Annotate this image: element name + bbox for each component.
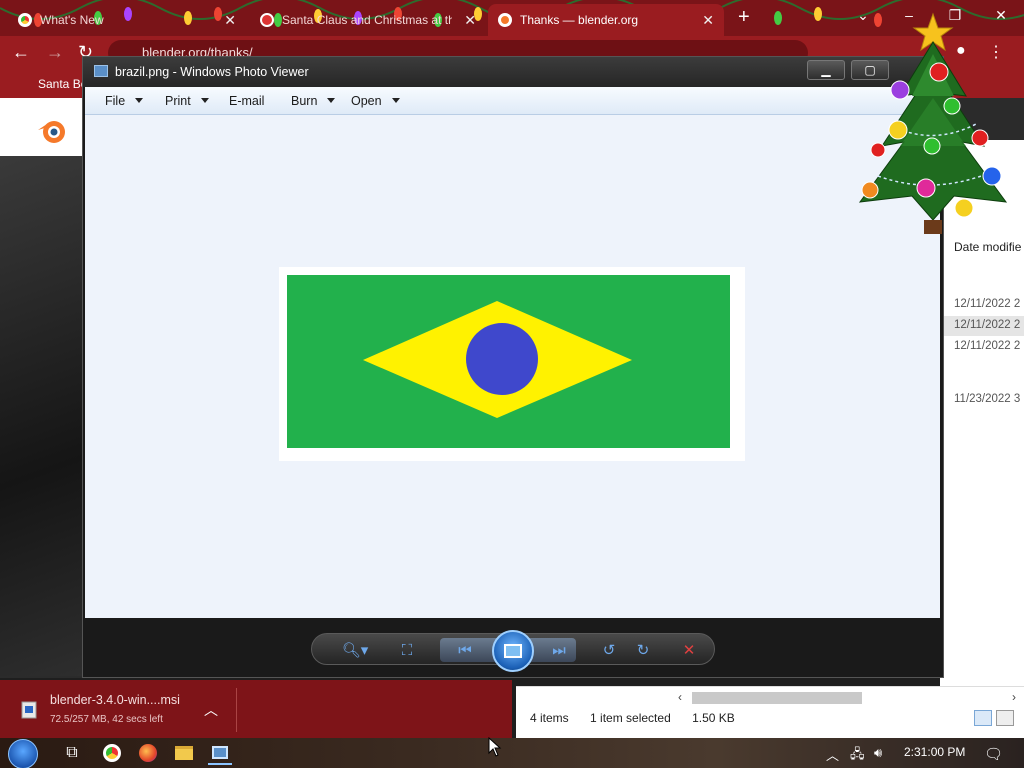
photo-viewer-title-bar[interactable]: brazil.png - Windows Photo Viewer ▁ ▢: [83, 57, 943, 87]
window-title: brazil.png - Windows Photo Viewer: [115, 65, 309, 79]
task-view-icon[interactable]: ⧉: [60, 741, 84, 765]
tab-whats-new[interactable]: What's New ✕: [8, 4, 246, 36]
scrollbar-thumb[interactable]: [692, 692, 862, 704]
photo-viewer-window: brazil.png - Windows Photo Viewer ▁ ▢ Fi…: [82, 56, 944, 678]
photo-viewer-app-icon: [94, 65, 108, 77]
new-tab-button[interactable]: +: [738, 6, 750, 29]
selection-size: 1.50 KB: [692, 711, 735, 725]
actual-size-icon[interactable]: ⛶: [396, 640, 418, 660]
tab-blender-thanks[interactable]: Thanks — blender.org ✕: [488, 4, 724, 36]
image-canvas: [85, 115, 940, 618]
explorer-status-bar: 4 items 1 item selected 1.50 KB: [530, 711, 735, 725]
volume-icon[interactable]: 🔊︎: [874, 745, 882, 761]
christmas-tree-decoration: [858, 12, 1008, 234]
shelf-divider: [236, 688, 237, 732]
santa-icon: [260, 13, 274, 27]
slideshow-icon[interactable]: [492, 630, 534, 672]
mouse-cursor-icon: [488, 737, 502, 757]
image-frame: [279, 267, 745, 461]
tab-santa-claus[interactable]: Santa Claus and Christmas at the... ✕: [250, 4, 486, 36]
rotate-right-icon[interactable]: ↻: [632, 640, 654, 660]
selection-count: 1 item selected: [590, 711, 671, 725]
brazil-flag-image: [287, 275, 730, 448]
taskbar-clock[interactable]: 2:31:00 PM: [904, 745, 965, 759]
minimize-button[interactable]: ▁: [807, 60, 845, 80]
photo-viewer-menu-bar: File Print E-mail Burn Open: [85, 87, 941, 115]
photo-viewer-icon[interactable]: [208, 741, 232, 765]
page-background-photo: [0, 156, 90, 676]
download-filename[interactable]: blender-3.4.0-win....msi: [50, 693, 180, 707]
download-shelf: [0, 680, 512, 738]
chevron-down-icon: [200, 98, 209, 103]
previous-icon[interactable]: ⏮: [454, 640, 476, 660]
chevron-down-icon: [327, 98, 336, 103]
back-icon[interactable]: ←: [12, 42, 30, 63]
file-row-date[interactable]: 12/11/2022 2: [954, 340, 1020, 352]
delete-icon[interactable]: ✕: [678, 640, 700, 660]
download-progress: 72.5/257 MB, 42 secs left: [50, 714, 163, 725]
rotate-left-icon[interactable]: ↺: [598, 640, 620, 660]
menu-print[interactable]: Print: [165, 94, 209, 108]
chrome-icon[interactable]: [100, 741, 124, 765]
chevron-up-icon[interactable]: ︿: [204, 700, 218, 720]
item-count: 4 items: [530, 711, 569, 725]
file-row-date[interactable]: 11/23/2022 3: [954, 393, 1020, 405]
forward-icon[interactable]: →: [46, 42, 64, 63]
close-tab-icon[interactable]: ✕: [224, 12, 236, 29]
scroll-left-icon[interactable]: ‹: [678, 690, 682, 704]
date-modified-header[interactable]: Date modifie: [954, 240, 1021, 254]
start-icon[interactable]: [8, 739, 38, 768]
firefox-icon[interactable]: [136, 741, 160, 765]
bookmark-santa[interactable]: Santa Bo: [38, 77, 87, 91]
blender-icon: [498, 13, 512, 27]
zoom-icon[interactable]: 🔍︎▾: [338, 640, 372, 660]
chevron-down-icon: [135, 98, 144, 103]
tray-overflow-icon[interactable]: ︿: [826, 745, 839, 764]
chrome-icon: [18, 13, 32, 27]
next-icon[interactable]: ⏭: [548, 640, 570, 660]
tab-title: Santa Claus and Christmas at the...: [282, 13, 452, 27]
details-view-icon[interactable]: [974, 710, 992, 726]
installer-file-icon: [21, 701, 37, 719]
file-row-date[interactable]: 12/11/2022 2: [954, 319, 1020, 331]
horizontal-scrollbar[interactable]: ‹ ›: [678, 690, 1018, 706]
menu-email[interactable]: E-mail: [229, 94, 264, 108]
close-tab-icon[interactable]: ✕: [702, 12, 714, 29]
close-tab-icon[interactable]: ✕: [464, 12, 476, 29]
menu-open[interactable]: Open: [351, 94, 400, 108]
flag-blue-circle: [466, 323, 538, 395]
file-explorer-icon[interactable]: [172, 741, 196, 765]
chevron-down-icon: [391, 98, 400, 103]
network-icon[interactable]: 🖧︎: [850, 745, 865, 767]
menu-file[interactable]: File: [105, 94, 144, 108]
blender-logo-icon[interactable]: [36, 116, 72, 146]
tab-title: What's New: [40, 13, 104, 27]
menu-burn[interactable]: Burn: [291, 94, 336, 108]
control-bar: 🔍︎▾ ⛶ ⏮ ⏭ ↺ ↻ ✕: [311, 630, 715, 672]
tab-title: Thanks — blender.org: [520, 13, 639, 27]
scroll-right-icon[interactable]: ›: [1012, 690, 1016, 704]
file-row-date[interactable]: 12/11/2022 2: [954, 298, 1020, 310]
large-icons-view-icon[interactable]: [996, 710, 1014, 726]
photo-viewer-controls: 🔍︎▾ ⛶ ⏮ ⏭ ↺ ↻ ✕: [83, 619, 943, 677]
notifications-icon[interactable]: 🗨︎: [984, 745, 1003, 763]
